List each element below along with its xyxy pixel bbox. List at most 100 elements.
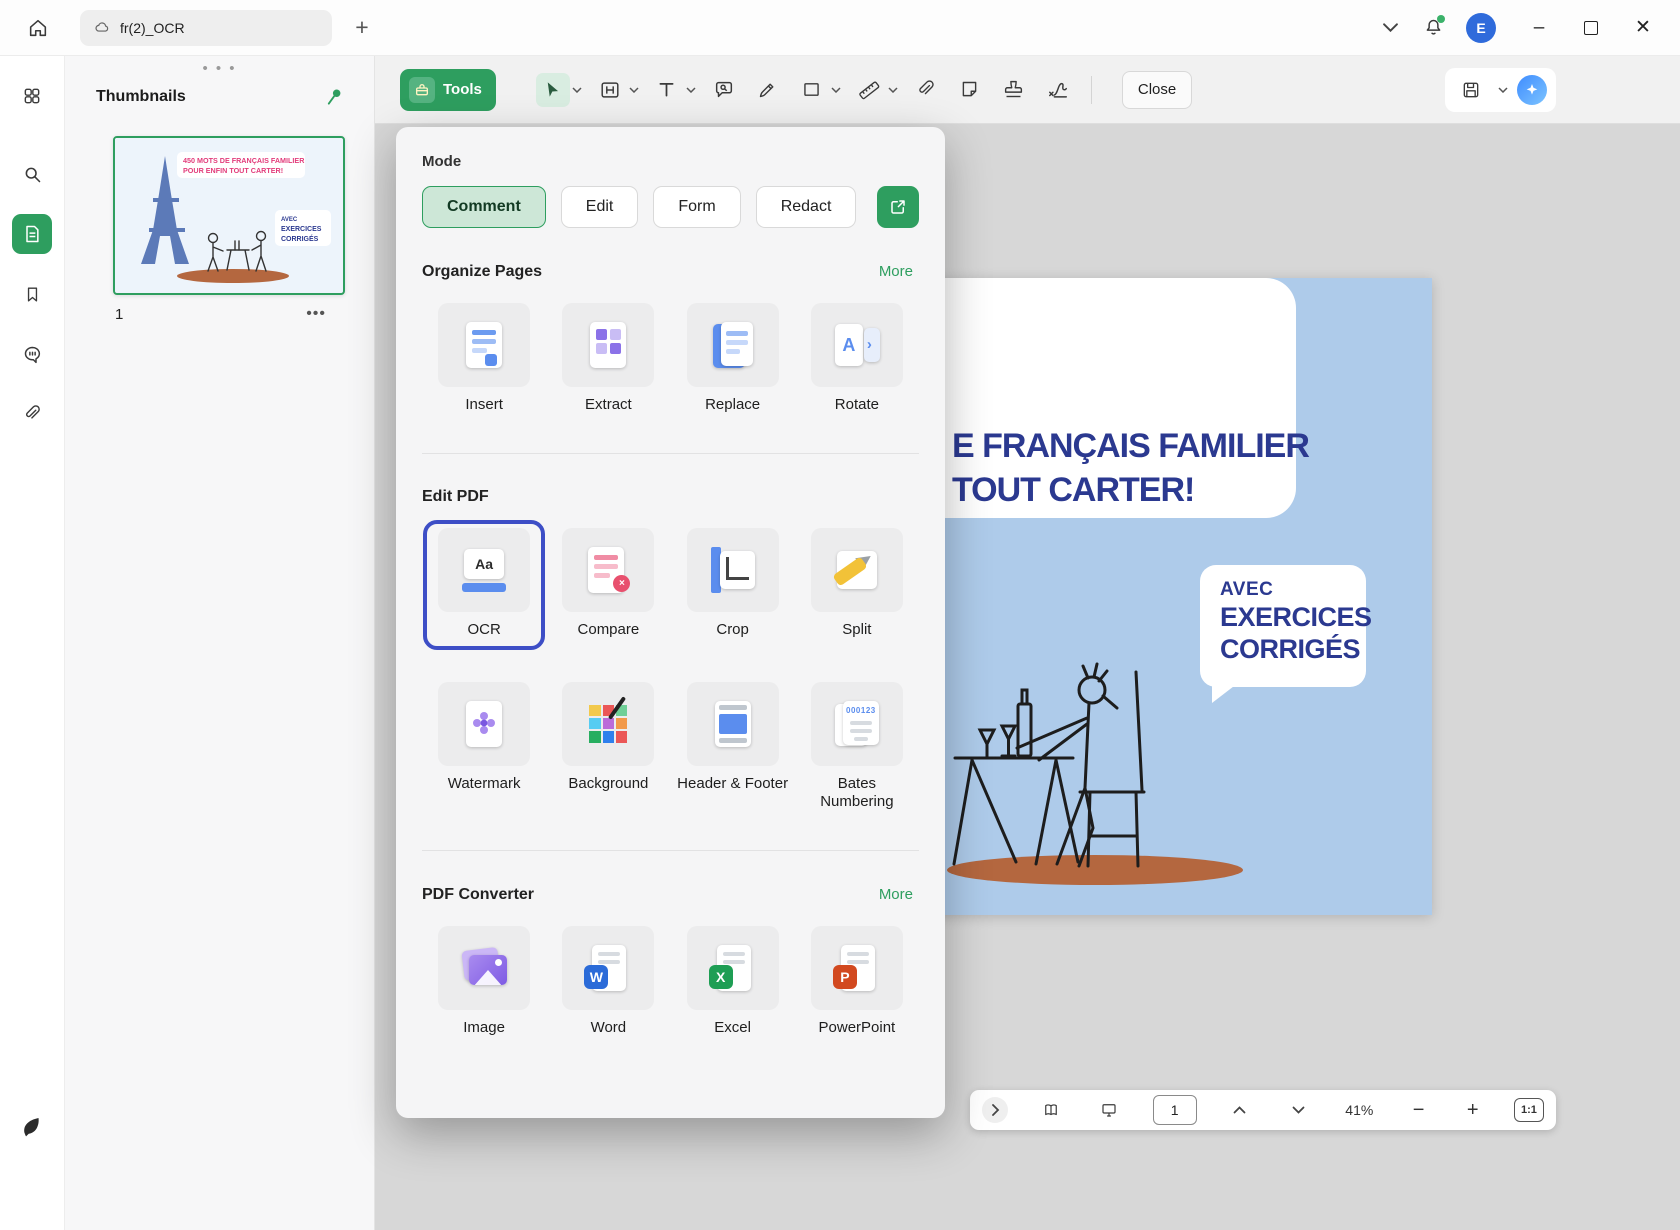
tool-extract[interactable]: Extract (547, 295, 669, 425)
text-tool-button[interactable] (650, 73, 684, 107)
thumbnails-panel: • • • Thumbnails 450 MOTS DE FRANÇAIS FA… (65, 56, 375, 1230)
panel-drag-handle[interactable]: • • • (202, 60, 236, 77)
close-window-button[interactable]: ✕ (1620, 2, 1666, 54)
shape-tool-dropdown[interactable] (830, 73, 842, 107)
sticker-tool-button[interactable] (953, 73, 987, 107)
maximize-icon (1584, 21, 1598, 35)
document-tab[interactable]: fr(2)_OCR (80, 10, 332, 46)
tool-convert-word[interactable]: W Word (547, 918, 669, 1048)
mode-section-title: Mode (422, 153, 919, 170)
tool-watermark[interactable]: Watermark (423, 674, 545, 823)
pdf-converter-more-link[interactable]: More (873, 885, 919, 904)
account-avatar[interactable]: E (1466, 13, 1496, 43)
mode-form-button[interactable]: Form (653, 186, 740, 228)
zoom-level-label: 41% (1341, 1102, 1377, 1118)
monitor-icon (1100, 1099, 1118, 1121)
mode-comment-button[interactable]: Comment (422, 186, 546, 228)
edit-pdf-grid: Aa OCR × Compare (422, 520, 919, 822)
sidebar-item-apps[interactable] (12, 76, 52, 116)
new-tab-button[interactable]: + (348, 14, 376, 42)
highlight-tool-dropdown[interactable] (628, 73, 640, 107)
select-tool-button[interactable] (536, 73, 570, 107)
comments-icon (22, 344, 43, 365)
sidebar-item-thumbnails[interactable] (12, 214, 52, 254)
book-icon (1042, 1099, 1060, 1121)
home-icon (27, 17, 49, 39)
presentation-mode-button[interactable] (1094, 1095, 1124, 1125)
save-dropdown[interactable] (1497, 73, 1509, 107)
shape-tool-button[interactable] (795, 73, 829, 107)
notifications-button[interactable] (1414, 9, 1452, 47)
ai-assistant-button[interactable] (1517, 75, 1547, 105)
thumbnails-title: Thumbnails (96, 88, 186, 106)
toolbox-icon (409, 77, 435, 103)
zoom-in-button[interactable]: + (1460, 1098, 1486, 1123)
external-link-icon (889, 198, 907, 216)
next-page-button[interactable] (1283, 1095, 1313, 1125)
sidebar-item-bookmarks[interactable] (12, 274, 52, 314)
page-thumbnail-1[interactable]: 450 MOTS DE FRANÇAIS FAMILIER POUR ENFIN… (113, 136, 345, 295)
measure-tool-dropdown[interactable] (887, 73, 899, 107)
signature-tool-button[interactable] (1041, 73, 1075, 107)
expand-panel-button[interactable] (982, 1097, 1008, 1123)
organize-pages-more-link[interactable]: More (873, 262, 919, 281)
header-footer-icon (687, 682, 779, 766)
reader-mode-button[interactable] (1036, 1095, 1066, 1125)
sidebar-item-attachments[interactable] (12, 394, 52, 434)
tab-list-button[interactable] (1372, 10, 1408, 46)
measure-tool-button[interactable] (852, 73, 886, 107)
home-button[interactable] (18, 8, 58, 48)
pencil-tool-button[interactable] (751, 73, 785, 107)
tool-replace[interactable]: Replace (672, 295, 794, 425)
save-icon (1461, 80, 1481, 100)
attachment-tool-button[interactable] (909, 73, 943, 107)
text-icon (656, 79, 677, 100)
tools-button[interactable]: Tools (400, 69, 496, 111)
tool-background[interactable]: Background (547, 674, 669, 823)
thumbnail-options-button[interactable]: ••• (306, 305, 326, 323)
left-sidebar (0, 56, 65, 1230)
pin-panel-button[interactable] (320, 82, 350, 112)
previous-page-button[interactable] (1225, 1095, 1255, 1125)
replace-icon (687, 303, 779, 387)
sticky-note-tool-button[interactable] (707, 73, 741, 107)
sidebar-item-comments[interactable] (12, 334, 52, 374)
notification-dot (1437, 15, 1445, 23)
mode-options-row: Comment Edit Form Redact (422, 186, 919, 228)
page-headline-line1: E FRANÇAIS FAMILIER (952, 424, 1309, 468)
stamp-tool-button[interactable] (997, 73, 1031, 107)
zoom-out-button[interactable]: − (1406, 1098, 1432, 1123)
tool-bates-numbering[interactable]: 000123 Bates Numbering (796, 674, 918, 823)
highlight-area-tool-button[interactable] (593, 73, 627, 107)
maximize-button[interactable] (1568, 2, 1614, 54)
paperclip-icon (915, 79, 936, 100)
tool-compare[interactable]: × Compare (547, 520, 669, 650)
extract-icon (562, 303, 654, 387)
open-in-new-window-button[interactable] (877, 186, 919, 228)
pencil-icon (757, 79, 778, 100)
mode-edit-button[interactable]: Edit (561, 186, 639, 228)
tool-convert-excel[interactable]: X Excel (672, 918, 794, 1048)
tool-insert[interactable]: Insert (423, 295, 545, 425)
tool-convert-powerpoint[interactable]: P PowerPoint (796, 918, 918, 1048)
tool-split[interactable]: Split (796, 520, 918, 650)
paperclip-icon (22, 404, 42, 424)
badge-line1: AVEC (1220, 579, 1366, 601)
close-tools-button[interactable]: Close (1122, 71, 1192, 109)
select-tool-dropdown[interactable] (571, 73, 583, 107)
text-tool-dropdown[interactable] (685, 73, 697, 107)
page-number-input[interactable] (1153, 1095, 1197, 1125)
tool-convert-image[interactable]: Image (423, 918, 545, 1048)
actual-size-button[interactable]: 1:1 (1514, 1098, 1544, 1122)
tool-rotate[interactable]: A › Rotate (796, 295, 918, 425)
sticker-icon (959, 79, 980, 100)
tool-header-footer[interactable]: Header & Footer (672, 674, 794, 823)
save-button[interactable] (1454, 73, 1488, 107)
cursor-icon (543, 80, 562, 99)
chevron-down-icon (1383, 23, 1398, 32)
tool-ocr[interactable]: Aa OCR (423, 520, 545, 650)
sidebar-item-search[interactable] (12, 154, 52, 194)
tool-crop[interactable]: Crop (672, 520, 794, 650)
mode-redact-button[interactable]: Redact (756, 186, 857, 228)
minimize-button[interactable]: – (1516, 2, 1562, 54)
